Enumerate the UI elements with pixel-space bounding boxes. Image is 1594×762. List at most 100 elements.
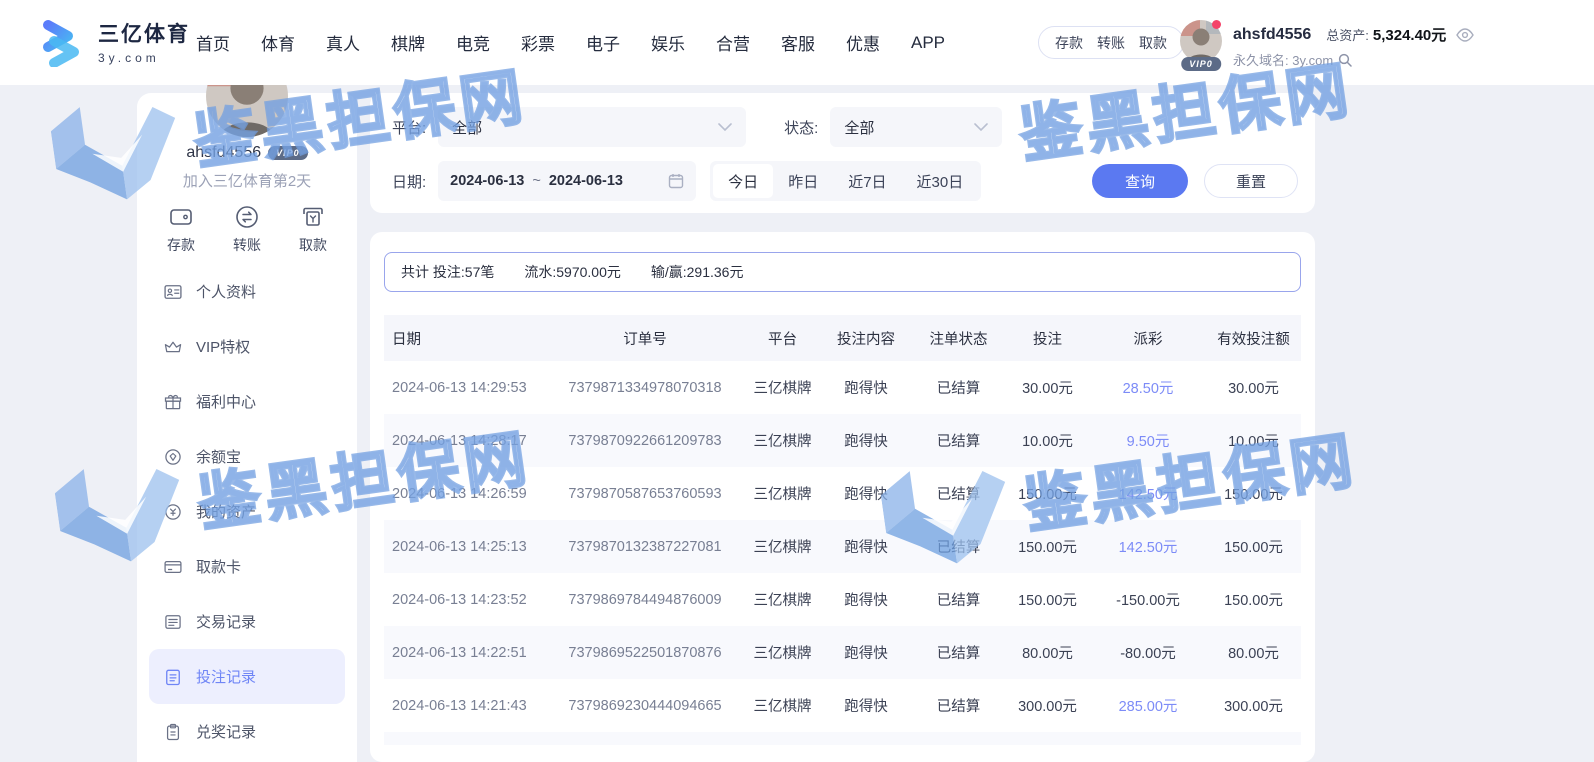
col-bet: 投注 — [1005, 328, 1090, 349]
col-content: 投注内容 — [820, 328, 912, 349]
sidebar-item-label: 兑奖记录 — [196, 721, 256, 742]
bank-card-icon — [163, 557, 183, 577]
sidebar-item-bet-records[interactable]: 投注记录 — [149, 649, 345, 704]
brand-domain: 3y.com — [98, 51, 190, 65]
reset-button[interactable]: 重置 — [1204, 164, 1298, 198]
records-card: 共计 投注:57笔 流水:5970.00元 输/赢:291.36元 日期 订单号… — [370, 232, 1315, 762]
sidebar: ahsfd4556 VIP0 加入三亿体育第2天 存款 转账 取款 — [137, 93, 357, 762]
coin-icon — [163, 447, 183, 467]
sidebar-item-assets[interactable]: 我的资产 — [149, 484, 345, 539]
quick-action-label: 转账 — [233, 235, 261, 255]
table-row: 2024-06-13 14:21:43 7379869230444094665 … — [384, 679, 1301, 732]
wallet-actions-pill: 存款 转账 取款 — [1038, 26, 1184, 59]
date-end: 2024-06-13 — [549, 173, 623, 189]
header-avatar[interactable]: VIP0 — [1180, 20, 1222, 62]
quick-date-30days[interactable]: 近30日 — [902, 164, 979, 198]
nav-item-live[interactable]: 真人 — [326, 30, 360, 55]
sidebar-item-prize-records[interactable]: 兑奖记录 — [149, 704, 345, 759]
sidebar-item-withdraw-card[interactable]: 取款卡 — [149, 539, 345, 594]
join-days-text: 加入三亿体育第2天 — [137, 170, 357, 191]
gift-icon — [163, 392, 183, 412]
sidebar-item-label: 我的资产 — [196, 501, 256, 522]
status-label: 状态: — [784, 117, 818, 138]
table-row: 2024-06-13 14:25:13 7379870132387227081 … — [384, 520, 1301, 573]
withdraw-link[interactable]: 取款 — [1139, 33, 1167, 53]
col-order: 订单号 — [545, 328, 745, 349]
nav-item-partners[interactable]: 合营 — [716, 30, 750, 55]
date-start: 2024-06-13 — [450, 173, 524, 189]
deposit-link[interactable]: 存款 — [1055, 33, 1083, 53]
username: ahsfd4556 — [1233, 26, 1311, 44]
quick-date-7days[interactable]: 近7日 — [833, 164, 901, 198]
platform-select[interactable]: 全部 — [438, 107, 746, 147]
bet-records-table: 日期 订单号 平台 投注内容 注单状态 投注 派彩 有效投注额 2024-06-… — [384, 315, 1301, 745]
wallet-icon — [168, 204, 194, 230]
idcard-icon — [163, 282, 183, 302]
chevron-down-icon — [974, 123, 988, 132]
summary-total: 共计 投注:57笔 — [401, 262, 494, 282]
calendar-icon — [668, 173, 684, 189]
summary-turnover: 流水:5970.00元 — [524, 262, 621, 282]
notification-dot — [1212, 20, 1221, 29]
nav-item-promo[interactable]: 优惠 — [846, 30, 880, 55]
table-row: 2024-06-13 14:22:51 7379869522501870876 … — [384, 626, 1301, 679]
col-valid: 有效投注额 — [1206, 328, 1301, 349]
nav-item-esports[interactable]: 电竞 — [456, 30, 490, 55]
top-bar: 三亿体育 3y.com 首页 体育 真人 棋牌 电竞 彩票 电子 娱乐 合营 客… — [0, 0, 1594, 85]
sidebar-item-benefits[interactable]: 福利中心 — [149, 374, 345, 429]
summary-winloss: 输/赢:291.36元 — [651, 262, 744, 282]
eye-icon[interactable] — [1456, 28, 1474, 42]
assets-label: 总资产: — [1326, 25, 1369, 44]
col-payout: 派彩 — [1090, 328, 1206, 349]
sidebar-menu: 个人资料 VIP特权 福利中心 余额宝 — [137, 264, 357, 759]
nav-item-sports[interactable]: 体育 — [261, 30, 295, 55]
quick-action-withdraw[interactable]: 取款 — [299, 204, 327, 255]
sidebar-item-label: 个人资料 — [196, 281, 256, 302]
quick-date-yesterday[interactable]: 昨日 — [773, 164, 833, 198]
transfer-icon — [234, 204, 260, 230]
nav-item-slots[interactable]: 电子 — [586, 30, 620, 55]
nav-item-service[interactable]: 客服 — [781, 30, 815, 55]
table-row: 2024-06-13 14:29:53 7379871334978070318 … — [384, 361, 1301, 414]
vip-badge: VIP0 — [1181, 57, 1221, 71]
quick-action-deposit[interactable]: 存款 — [167, 204, 195, 255]
brand-name: 三亿体育 — [98, 18, 190, 48]
col-date: 日期 — [384, 328, 545, 349]
search-icon[interactable] — [1338, 53, 1352, 67]
quick-action-label: 取款 — [299, 235, 327, 255]
assets-icon — [163, 502, 183, 522]
quick-date-group: 今日 昨日 近7日 近30日 — [710, 161, 981, 201]
main-nav: 首页 体育 真人 棋牌 电竞 彩票 电子 娱乐 合营 客服 优惠 APP — [196, 0, 945, 85]
col-status: 注单状态 — [912, 328, 1005, 349]
sidebar-item-profile[interactable]: 个人资料 — [149, 264, 345, 319]
table-row: 2024-06-13 14:28:17 7379870922661209783 … — [384, 414, 1301, 467]
summary-bar: 共计 投注:57笔 流水:5970.00元 输/赢:291.36元 — [384, 252, 1301, 292]
quick-action-transfer[interactable]: 转账 — [233, 204, 261, 255]
search-button[interactable]: 查询 — [1092, 164, 1188, 198]
sidebar-item-yuebao[interactable]: 余额宝 — [149, 429, 345, 484]
sidebar-item-label: VIP特权 — [196, 336, 250, 357]
clipboard-list-icon — [163, 667, 183, 687]
status-select[interactable]: 全部 — [830, 107, 1002, 147]
filter-card: 平台: 全部 状态: 全部 日期: 2024-06-13 ~ 2024-06-1… — [370, 93, 1315, 213]
sidebar-item-transactions[interactable]: 交易记录 — [149, 594, 345, 649]
date-range-input[interactable]: 2024-06-13 ~ 2024-06-13 — [438, 161, 696, 201]
crown-icon — [163, 337, 183, 357]
quick-actions: 存款 转账 取款 — [137, 204, 357, 255]
permanent-domain: 永久域名: 3y.com — [1233, 50, 1333, 69]
assets-value: 5,324.40元 — [1373, 24, 1446, 45]
nav-item-app[interactable]: APP — [911, 33, 945, 53]
brand-logo[interactable]: 三亿体育 3y.com — [36, 15, 190, 67]
nav-item-lottery[interactable]: 彩票 — [521, 30, 555, 55]
nav-item-home[interactable]: 首页 — [196, 30, 230, 55]
clipboard-check-icon — [163, 722, 183, 742]
nav-item-entertainment[interactable]: 娱乐 — [651, 30, 685, 55]
chevron-down-icon — [718, 123, 732, 132]
table-row: 2024-06-13 14:26:59 7379870587653760593 … — [384, 467, 1301, 520]
sidebar-vip-badge: VIP0 — [268, 146, 308, 160]
transfer-link[interactable]: 转账 — [1097, 33, 1125, 53]
sidebar-item-label: 余额宝 — [196, 446, 241, 467]
sidebar-item-vip[interactable]: VIP特权 — [149, 319, 345, 374]
quick-date-today[interactable]: 今日 — [713, 164, 773, 198]
nav-item-cards[interactable]: 棋牌 — [391, 30, 425, 55]
